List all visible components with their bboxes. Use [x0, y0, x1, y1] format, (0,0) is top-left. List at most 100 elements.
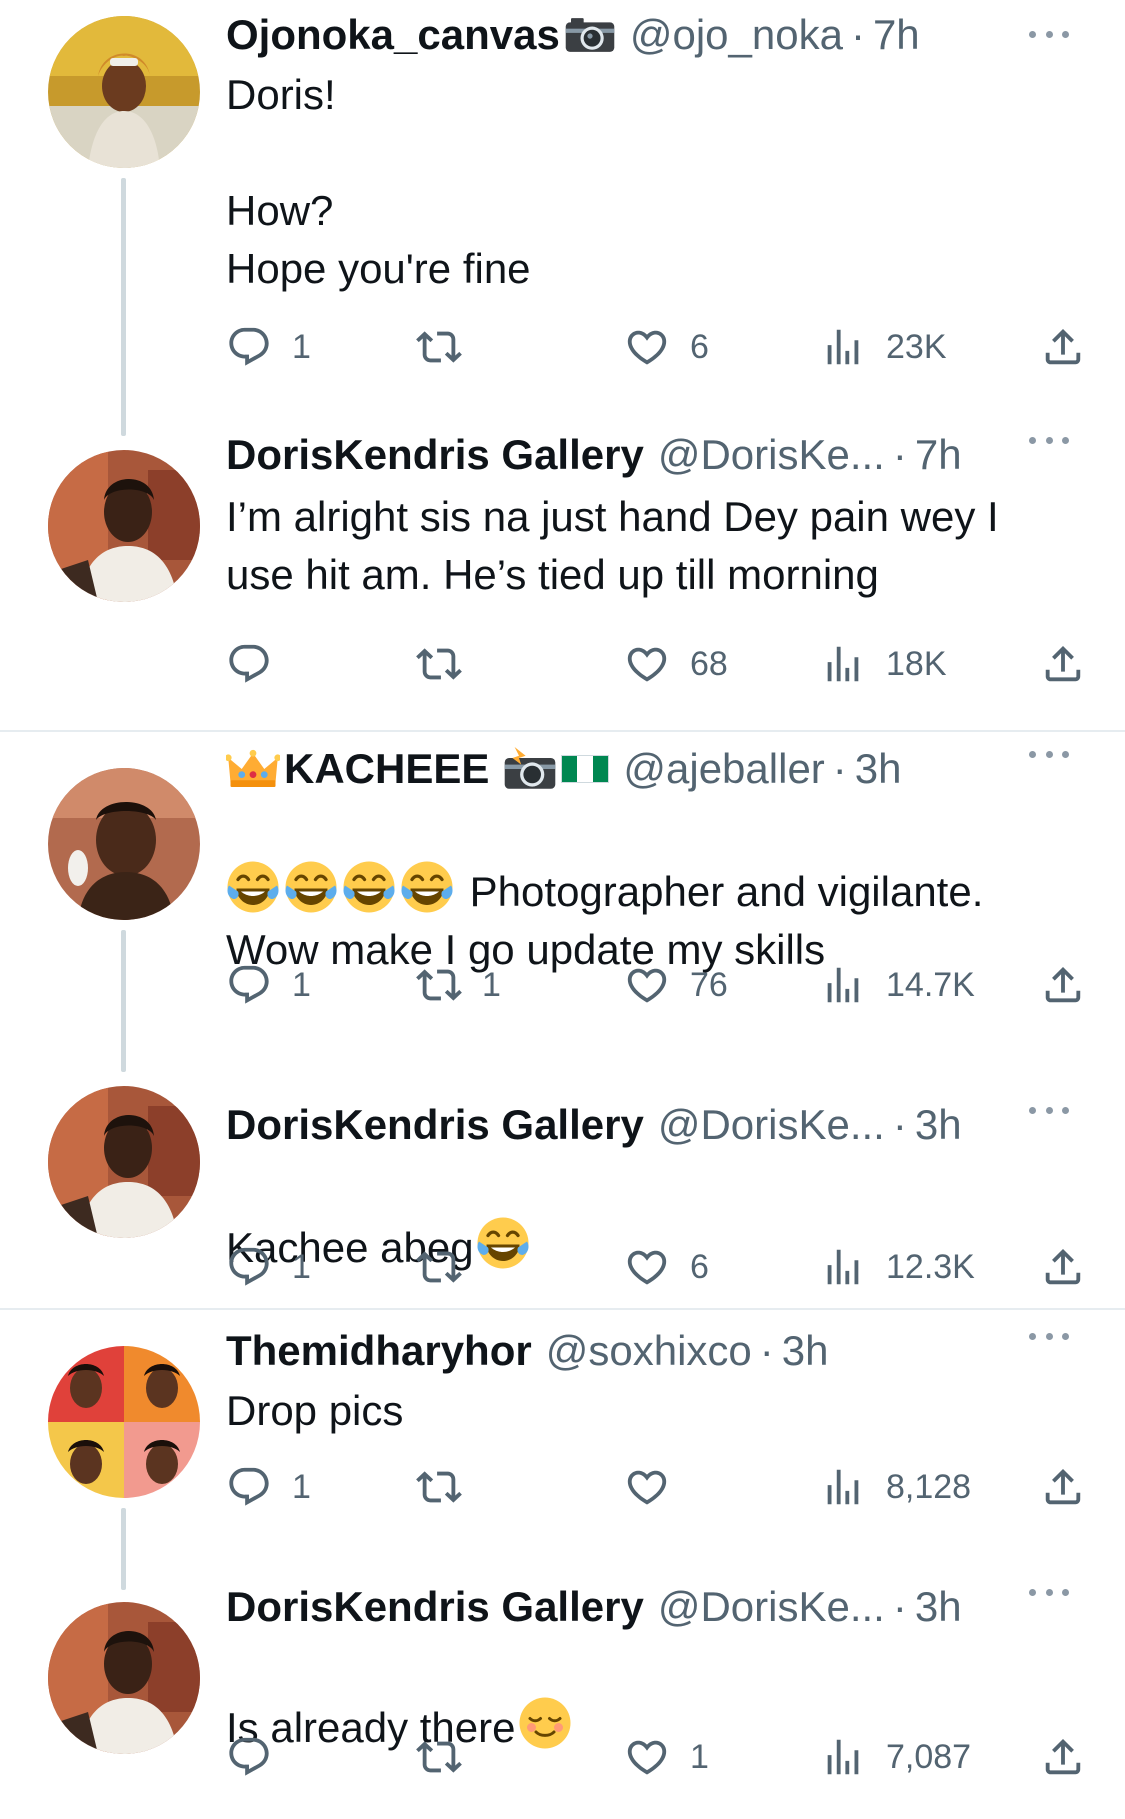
reply-button[interactable]: 1 — [226, 1462, 311, 1512]
reply-button[interactable]: 1 — [226, 960, 311, 1010]
separator-dot: · — [892, 1583, 907, 1630]
like-button[interactable]: 76 — [624, 960, 728, 1010]
like-icon — [624, 1734, 670, 1780]
tweet-actions: 1 6 12.3K — [226, 1242, 1086, 1292]
views-button[interactable]: 23K — [820, 322, 947, 372]
tweet-actions: 1 7,087 — [226, 1732, 1086, 1782]
reply-button[interactable] — [226, 1732, 292, 1782]
share-button[interactable] — [1040, 322, 1086, 372]
share-icon — [1040, 324, 1086, 370]
share-icon — [1040, 962, 1086, 1008]
share-button[interactable] — [1040, 1242, 1086, 1292]
views-button[interactable]: 14.7K — [820, 960, 975, 1010]
tweet-header: DorisKendris Gallery @DorisKe... · 7h — [226, 430, 962, 480]
tweet-time[interactable]: 3h — [855, 744, 902, 794]
retweet-button[interactable] — [416, 1462, 482, 1512]
tweet[interactable]: Ojonoka_canvas @ojo_noka · 7h Doris! How… — [0, 0, 1125, 436]
like-button[interactable]: 1 — [624, 1732, 709, 1782]
separator-dot: · — [850, 11, 865, 58]
avatar[interactable] — [48, 16, 200, 168]
more-icon[interactable] — [1029, 432, 1069, 448]
display-name[interactable]: Ojonoka_canvas — [226, 10, 560, 60]
display-name[interactable]: Themidharyhor — [226, 1326, 532, 1376]
like-button[interactable]: 6 — [624, 322, 709, 372]
views-count: 23K — [886, 327, 947, 366]
avatar[interactable] — [48, 450, 200, 602]
more-icon[interactable] — [1029, 1584, 1069, 1600]
separator-dot: · — [892, 1101, 907, 1148]
views-button[interactable]: 12.3K — [820, 1242, 975, 1292]
like-icon — [624, 1464, 670, 1510]
display-name[interactable]: DorisKendris Gallery — [226, 1100, 644, 1150]
user-handle[interactable]: @ojo_noka — [630, 10, 843, 60]
reply-button[interactable]: 1 — [226, 1242, 311, 1292]
tweet-text: Doris! How? Hope you're fine — [226, 71, 531, 292]
like-button[interactable]: 68 — [624, 639, 728, 689]
retweet-button[interactable] — [416, 322, 482, 372]
like-button[interactable] — [624, 1462, 690, 1512]
retweet-button[interactable] — [416, 1242, 482, 1292]
share-button[interactable] — [1040, 1732, 1086, 1782]
nigeria-flag-emoji-icon — [561, 752, 609, 786]
user-handle[interactable]: @DorisKe... — [658, 1100, 885, 1150]
tweet-time[interactable]: 3h — [782, 1326, 829, 1376]
tweet-header: DorisKendris Gallery @DorisKe... · 3h — [226, 1100, 962, 1150]
divider — [0, 730, 1125, 732]
separator-dot: · — [892, 431, 907, 478]
tweet-actions: 1 1 76 14.7K — [226, 960, 1086, 1010]
views-count: 7,087 — [886, 1737, 972, 1776]
views-icon — [820, 962, 866, 1008]
user-handle[interactable]: @soxhixco — [546, 1326, 752, 1376]
share-icon — [1040, 1244, 1086, 1290]
retweet-button[interactable] — [416, 639, 482, 689]
reply-count: 1 — [292, 965, 311, 1004]
display-name[interactable]: DorisKendris Gallery — [226, 430, 644, 480]
tweet-header: DorisKendris Gallery @DorisKe... · 3h — [226, 1582, 962, 1632]
views-count: 14.7K — [886, 965, 975, 1004]
reply-button[interactable]: 1 — [226, 322, 311, 372]
share-button[interactable] — [1040, 1462, 1086, 1512]
tweet[interactable]: Themidharyhor @soxhixco · 3h Drop pics 1… — [0, 1327, 1125, 1590]
retweet-button[interactable]: 1 — [416, 960, 501, 1010]
tweet-time[interactable]: 3h — [915, 1582, 962, 1632]
avatar[interactable] — [48, 768, 200, 920]
retweet-button[interactable] — [416, 1732, 482, 1782]
reply-button[interactable] — [226, 639, 292, 689]
views-button[interactable]: 18K — [820, 639, 947, 689]
more-icon[interactable] — [1029, 1102, 1069, 1118]
display-name[interactable]: KACHEEE — [284, 744, 489, 794]
display-name[interactable]: DorisKendris Gallery — [226, 1582, 644, 1632]
tweet[interactable]: DorisKendris Gallery @DorisKe... · 3h Is… — [0, 1583, 1125, 1819]
avatar[interactable] — [48, 1346, 200, 1498]
avatar[interactable] — [48, 1602, 200, 1754]
tweet[interactable]: KACHEEE @ajeballer · 3h Photographer and… — [0, 745, 1125, 1072]
more-icon[interactable] — [1029, 746, 1069, 762]
user-handle[interactable]: @ajeballer — [623, 744, 824, 794]
like-count: 76 — [690, 965, 728, 1004]
camera-emoji-icon — [564, 16, 616, 54]
views-button[interactable]: 8,128 — [820, 1462, 971, 1512]
retweet-count: 1 — [482, 965, 501, 1004]
tweet[interactable]: DorisKendris Gallery @DorisKe... · 7h I’… — [0, 431, 1125, 729]
tweet-time[interactable]: 7h — [915, 430, 962, 480]
tweet-time[interactable]: 7h — [873, 10, 920, 60]
like-count: 6 — [690, 1247, 709, 1286]
reply-icon — [226, 1734, 272, 1780]
tweet[interactable]: DorisKendris Gallery @DorisKe... · 3h Ka… — [0, 1070, 1125, 1310]
share-button[interactable] — [1040, 639, 1086, 689]
like-count: 68 — [690, 644, 728, 683]
like-button[interactable]: 6 — [624, 1242, 709, 1292]
more-icon[interactable] — [1029, 1328, 1069, 1344]
tweet-time[interactable]: 3h — [915, 1100, 962, 1150]
tweet-header: Themidharyhor @soxhixco · 3h — [226, 1326, 828, 1376]
views-button[interactable]: 7,087 — [820, 1732, 971, 1782]
reply-icon — [226, 324, 272, 370]
user-handle[interactable]: @DorisKe... — [658, 1582, 885, 1632]
share-icon — [1040, 1464, 1086, 1510]
avatar[interactable] — [48, 1086, 200, 1238]
share-button[interactable] — [1040, 960, 1086, 1010]
more-icon[interactable] — [1029, 26, 1069, 42]
tweet-header: Ojonoka_canvas @ojo_noka · 7h — [226, 10, 920, 60]
share-icon — [1040, 1734, 1086, 1780]
user-handle[interactable]: @DorisKe... — [658, 430, 885, 480]
